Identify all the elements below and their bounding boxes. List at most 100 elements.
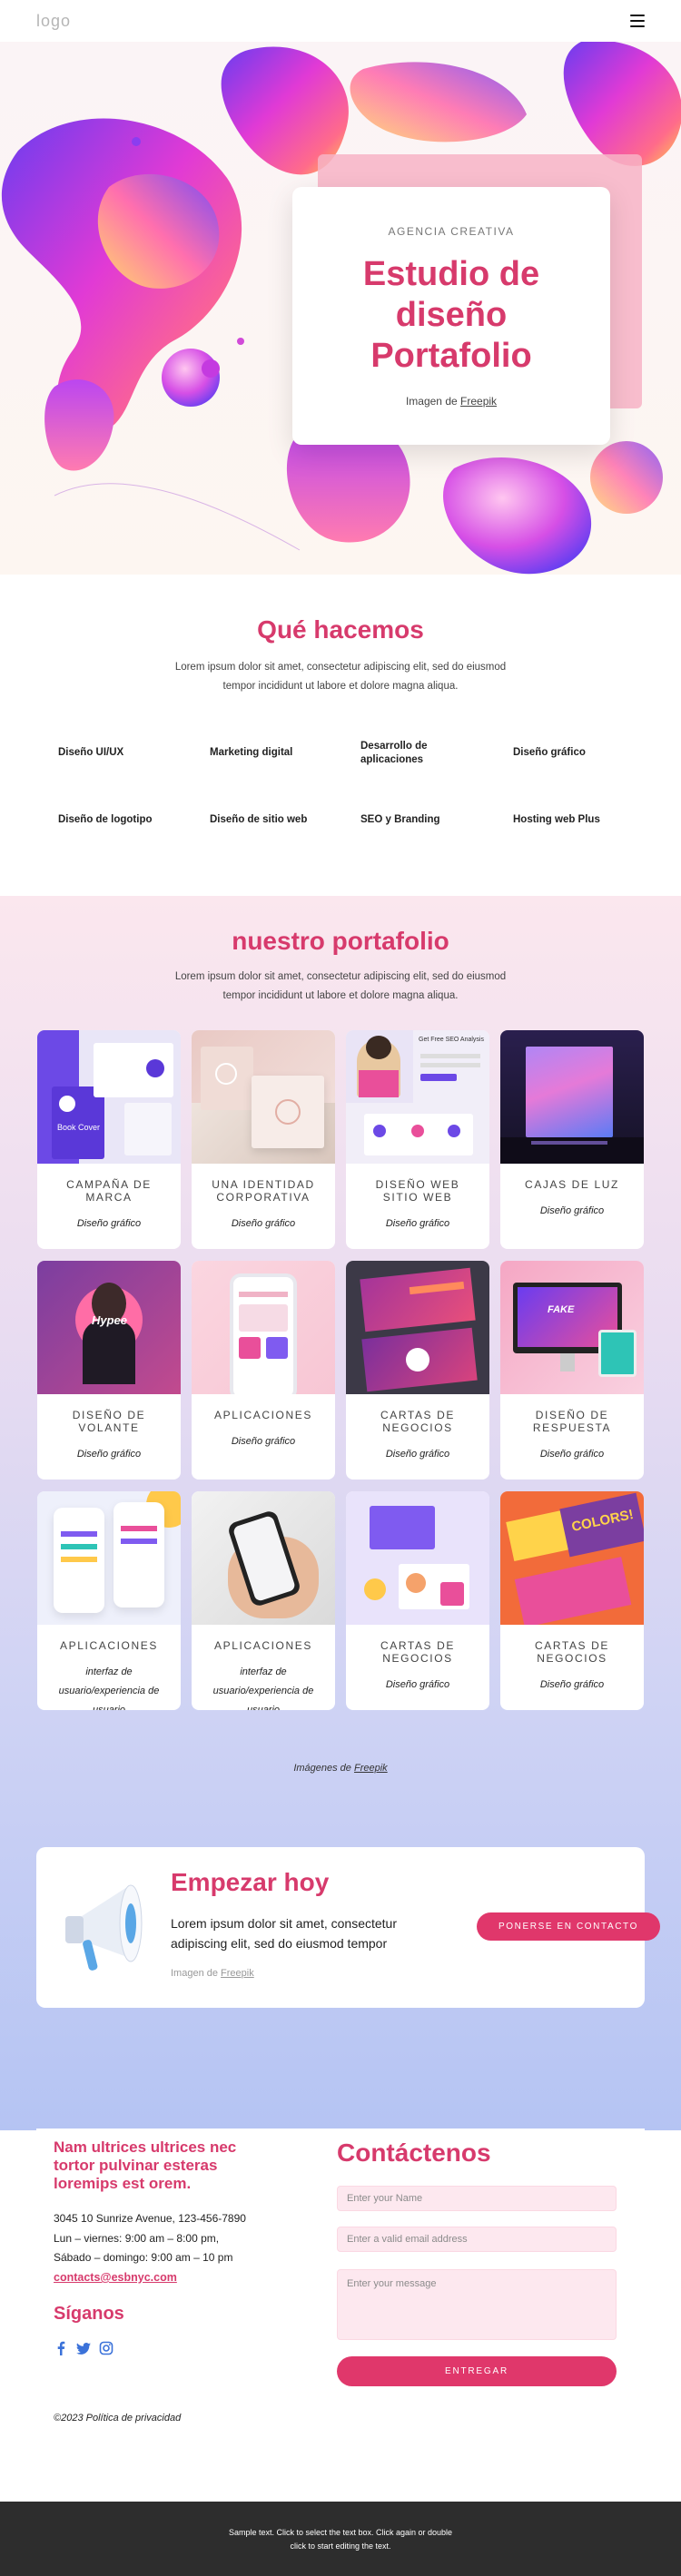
portfolio-card-category: Diseño gráfico	[539, 1449, 605, 1460]
hero-title-line: diseño	[395, 296, 508, 334]
responsive-label: FAKE	[548, 1304, 575, 1315]
site-header: logo	[0, 0, 681, 42]
portfolio-card-name: UNA IDENTIDAD CORPORATIVA	[212, 1178, 315, 1204]
start-credit: Imagen de Freepik	[171, 1968, 254, 1979]
hours-weekend: Sábado – domingo: 9:00 am – 10 pm	[54, 2251, 233, 2264]
email-link[interactable]: contacts@esbnyc.com	[54, 2271, 177, 2284]
service-item: Diseño gráfico	[513, 747, 586, 758]
service-item: Diseño UI/UX	[58, 747, 124, 758]
hero-title-line: Estudio de	[362, 255, 540, 293]
hero-kicker: AGENCIA CREATIVA	[388, 225, 515, 238]
portfolio-card-category: interfaz de usuario/experiencia de usuar…	[212, 1667, 314, 1710]
portfolio-card-name: DISEÑO DE RESPUESTA	[532, 1409, 612, 1434]
portfolio-card[interactable]: Hypee DISEÑO DE VOLANTE Diseño gráfico	[37, 1261, 181, 1480]
submit-button[interactable]: ENTREGAR	[337, 2356, 617, 2386]
portfolio-image-business-cards	[346, 1261, 489, 1394]
portfolio-card-name: APLICACIONES	[214, 1639, 312, 1652]
portfolio-image-lightbox	[500, 1030, 644, 1164]
hero-section: AGENCIA CREATIVA Estudio de diseño Porta…	[0, 42, 681, 575]
portfolio-card-name: CAMPAÑA DE MARCA	[66, 1178, 152, 1204]
hero-title: Estudio de diseño Portafolio	[292, 254, 610, 377]
start-credit-prefix: Imagen de	[171, 1968, 218, 1979]
portfolio-card-category: Diseño gráfico	[385, 1218, 450, 1229]
flyer-label: Hypee	[92, 1313, 128, 1327]
portfolio-card-name: CAJAS DE LUZ	[525, 1178, 619, 1191]
portfolio-card[interactable]: FAKE DISEÑO DE RESPUESTA Diseño gráfico	[500, 1261, 644, 1480]
portfolio-image-colors-cards: COLORS!	[500, 1491, 644, 1625]
email-field[interactable]	[337, 2227, 617, 2252]
portfolio-card[interactable]: CAJAS DE LUZ Diseño gráfico	[500, 1030, 644, 1249]
start-text: Lorem ipsum dolor sit amet, consectetur …	[171, 1916, 397, 1951]
portfolio-card-name: APLICACIONES	[214, 1409, 312, 1421]
portfolio-card-category: Diseño gráfico	[385, 1449, 450, 1460]
portfolio-card-category: Diseño gráfico	[76, 1218, 142, 1229]
hero-card: AGENCIA CREATIVA Estudio de diseño Porta…	[292, 187, 610, 445]
hero-title-line: Portafolio	[370, 337, 532, 375]
portfolio-card-name: CARTAS DE NEGOCIOS	[380, 1409, 455, 1434]
logo[interactable]: logo	[36, 12, 71, 31]
start-today-card: Empezar hoy Lorem ipsum dolor sit amet, …	[36, 1847, 660, 2008]
name-field[interactable]	[337, 2186, 617, 2211]
get-in-touch-button[interactable]: PONERSE EN CONTACTO	[477, 1912, 660, 1941]
portfolio-card[interactable]: CARTAS DE NEGOCIOS Diseño gráfico	[346, 1261, 489, 1480]
portfolio-image-phone-in-hand	[192, 1491, 335, 1625]
address-line: 3045 10 Sunrize Avenue, 123-456-7890	[54, 2212, 246, 2225]
portfolio-credit-link[interactable]: Freepik	[354, 1763, 388, 1774]
hero-credit-link[interactable]: Freepik	[460, 395, 497, 408]
portfolio-card-name: DISEÑO WEB SITIO WEB	[375, 1178, 460, 1204]
portfolio-card[interactable]: UNA IDENTIDAD CORPORATIVA Diseño gráfico	[192, 1030, 335, 1249]
portfolio-card-name: CARTAS DE NEGOCIOS	[380, 1639, 455, 1665]
portfolio-image-mobile-app	[192, 1261, 335, 1394]
portfolio-image-business-cards-pastel	[346, 1491, 489, 1625]
portfolio-card[interactable]: Get Free SEO Analysis DISEÑO WEB SITIO W…	[346, 1030, 489, 1249]
portfolio-card-category: Diseño gráfico	[76, 1449, 142, 1460]
portfolio-image-responsive: FAKE	[500, 1261, 644, 1394]
footer-text-line[interactable]: Sample text. Click to select the text bo…	[0, 2526, 681, 2540]
portfolio-description: Lorem ipsum dolor sit amet, consectetur …	[174, 971, 507, 1001]
portfolio-card-category: Diseño gráfico	[539, 1205, 605, 1216]
start-credit-link[interactable]: Freepik	[221, 1968, 254, 1979]
footer-text-line[interactable]: click to start editing the text.	[0, 2540, 681, 2553]
instagram-icon[interactable]	[99, 2341, 114, 2355]
copyright: ©2023 Política de privacidad	[54, 2413, 182, 2424]
message-field[interactable]	[337, 2269, 617, 2340]
hero-credit-prefix: Imagen de	[405, 395, 458, 408]
twitter-icon[interactable]	[76, 2341, 91, 2355]
portfolio-image-flyer: Hypee	[37, 1261, 181, 1394]
megaphone-icon	[65, 1884, 143, 1971]
portfolio-card-category: Diseño gráfico	[231, 1218, 296, 1229]
portfolio-credit-prefix: Imágenes de	[293, 1763, 351, 1774]
portfolio-card[interactable]: APLICACIONES Diseño gráfico	[192, 1261, 335, 1480]
portfolio-card-name: DISEÑO DE VOLANTE	[72, 1409, 146, 1434]
service-item: Diseño de sitio web	[210, 814, 308, 825]
portfolio-title: nuestro portafolio	[232, 927, 449, 955]
portfolio-card[interactable]: CARTAS DE NEGOCIOS Diseño gráfico	[346, 1491, 489, 1710]
service-item: Marketing digital	[210, 747, 293, 758]
portfolio-image-app-screens	[37, 1491, 181, 1625]
portfolio-card-name: CARTAS DE NEGOCIOS	[535, 1639, 609, 1665]
portfolio-image-book-cover: Book Cover	[37, 1030, 181, 1164]
address-title: Nam ultrices ultrices nec tortor pulvina…	[54, 2138, 237, 2192]
portfolio-card-name: APLICACIONES	[60, 1639, 158, 1652]
seo-heading: Get Free SEO Analysis	[419, 1037, 484, 1043]
hamburger-menu-icon[interactable]	[630, 15, 645, 27]
portfolio-card[interactable]: APLICACIONES interfaz de usuario/experie…	[37, 1491, 181, 1710]
service-item: SEO y Branding	[360, 814, 440, 825]
facebook-icon[interactable]	[54, 2341, 68, 2355]
hours-weekdays: Lun – viernes: 9:00 am – 8:00 pm,	[54, 2232, 220, 2245]
portfolio-credit: Imágenes de Freepik	[0, 1763, 681, 1774]
service-item: Desarrollo de aplicaciones	[360, 741, 428, 765]
footer: Sample text. Click to select the text bo…	[0, 2502, 681, 2576]
portfolio-card[interactable]: COLORS! CARTAS DE NEGOCIOS Diseño gráfic…	[500, 1491, 644, 1710]
portfolio-image-seo-website: Get Free SEO Analysis	[346, 1030, 489, 1164]
contact-title: Contáctenos	[337, 2138, 491, 2167]
portfolio-card[interactable]: APLICACIONES interfaz de usuario/experie…	[192, 1491, 335, 1710]
services-title: Qué hacemos	[257, 615, 424, 644]
portfolio-card-category: Diseño gráfico	[539, 1679, 605, 1690]
service-item: Diseño de logotipo	[58, 814, 153, 825]
service-item: Hosting web Plus	[513, 814, 600, 825]
portfolio-card-category: Diseño gráfico	[385, 1679, 450, 1690]
hero-credit: Imagen de Freepik	[292, 395, 610, 408]
portfolio-card[interactable]: Book Cover CAMPAÑA DE MARCA Diseño gráfi…	[37, 1030, 181, 1249]
book-cover-label: Book Cover	[52, 1086, 104, 1159]
